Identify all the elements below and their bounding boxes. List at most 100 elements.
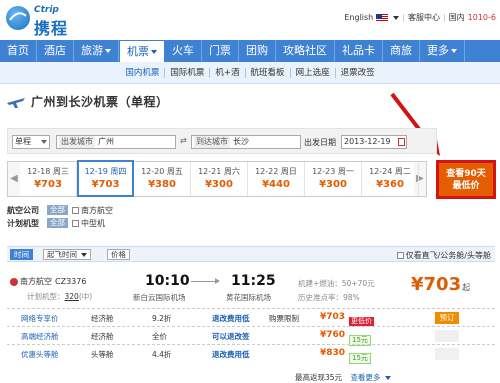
departure-date-field[interactable]: 2013-12-19 [341, 135, 407, 149]
date-option[interactable]: 12-24 周二 ¥360 [362, 162, 419, 196]
date-option-date: 12-18 周三 [27, 167, 69, 176]
chevron-down-icon [105, 49, 111, 53]
lowest-price-90-days-button[interactable]: 查看90天 最低价 [436, 160, 496, 199]
nav-item-1[interactable]: 酒店 [37, 40, 74, 62]
date-option[interactable]: 12-20 周五 ¥380 [134, 162, 191, 196]
date-option[interactable]: 12-23 周一 ¥300 [305, 162, 362, 196]
sort-bar: 时间 起飞时间 价格 仅看直飞/公务舱/头等舱 [7, 246, 495, 262]
model-filter-label: 计划机型 [7, 218, 39, 228]
main-nav: 首页 酒店 旅游 机票 火车 门票 团购 攻略社区 礼品卡 商旅 更多 [0, 40, 500, 64]
date-option-date: 12-22 周日 [255, 167, 297, 176]
us-flag-icon[interactable] [376, 13, 389, 22]
fare-tag: 更低价 [349, 317, 374, 326]
date-option[interactable]: 12-19 周四 ¥703 [77, 160, 134, 197]
nav-item-9[interactable]: 商旅 [383, 40, 420, 62]
nav-item-5[interactable]: 门票 [202, 40, 239, 62]
nav-item-label: 旅游 [81, 44, 103, 57]
domestic-hotline-label: 国内 [448, 13, 465, 22]
fare-name[interactable]: 网络专享价 [21, 313, 59, 324]
fare-price: ¥760 [320, 330, 346, 340]
ctrip-logo[interactable]: Ctrip 携程 [4, 4, 86, 38]
nav-item-0[interactable]: 首页 [0, 40, 37, 62]
checkbox[interactable] [72, 206, 79, 214]
direct-only-toggle[interactable]: 仅看直飞/公务舱/头等舱 [396, 250, 491, 261]
globe-icon [6, 6, 30, 30]
show-more-link[interactable]: 查看更多 [350, 373, 391, 382]
top-links: English | 客服中心 | 国内 1010-6 [344, 12, 496, 23]
nav-item-label: 商旅 [390, 44, 412, 57]
trip-type-select[interactable]: 单程 [12, 135, 50, 149]
language-link[interactable]: English [344, 13, 373, 22]
fare-rule-link[interactable]: 退改费用低 [212, 313, 250, 324]
prev-dates-arrow[interactable]: ◀ [8, 162, 20, 196]
subnav-item-1[interactable]: 国际机票 [165, 67, 211, 78]
flight-code: CZ3376 [55, 277, 87, 286]
from-city-field[interactable]: 出发城市 广州 [56, 135, 176, 149]
calendar-icon[interactable] [398, 138, 405, 146]
chevron-down-icon[interactable] [393, 15, 400, 20]
date-option[interactable]: 12-21 周六 ¥300 [191, 162, 248, 196]
nav-item-7[interactable]: 攻略社区 [276, 40, 335, 62]
service-center-link[interactable]: 客服中心 [408, 12, 440, 23]
book-button[interactable] [435, 348, 459, 360]
nav-item-2[interactable]: 旅游 [74, 40, 119, 62]
airline-option[interactable]: 南方航空 [72, 205, 113, 216]
nav-item-6[interactable]: 团购 [239, 40, 276, 62]
aircraft-size: (中) [78, 292, 93, 301]
subnav-item-4[interactable]: 网上选座 [291, 67, 336, 78]
sort-departure-button[interactable]: 起飞时间 [43, 249, 92, 260]
chevron-down-icon [41, 140, 47, 144]
airline-filter: 航空公司 全部 南方航空 [7, 204, 113, 216]
airline-name: 南方航空 [20, 277, 52, 286]
lowest-fare-value: ¥703 [411, 274, 462, 295]
fare-cabin: 经济舱 [91, 314, 114, 323]
model-all-chip[interactable]: 全部 [47, 218, 68, 228]
lowest-fare: ¥703起 [411, 274, 470, 295]
nav-item-3[interactable]: 机票 [119, 40, 165, 64]
fare-name[interactable]: 优惠头等舱 [21, 349, 59, 360]
model-option[interactable]: 中型机 [72, 218, 105, 229]
subnav-item-5[interactable]: 退票改签 [336, 68, 380, 78]
swap-cities-icon[interactable]: ⇄ [180, 137, 188, 145]
hotline-number: 1010-6 [467, 13, 496, 22]
site-header: Ctrip 携程 English | 客服中心 | 国内 1010-6 [0, 0, 500, 40]
fare-rule-link[interactable]: 退改费用低 [212, 349, 250, 360]
tax-info: 机建+燃油：50+70元 [298, 279, 375, 288]
date-option-date: 12-19 周四 [84, 167, 127, 176]
checkbox[interactable] [72, 219, 79, 227]
fare-row[interactable]: 网络专享价 经济舱 9.2折 退改费用低 购票限制 ¥703 更低价 预订 [7, 308, 495, 326]
aircraft-model-link[interactable]: 320 [65, 292, 79, 301]
subnav-item-0[interactable]: 国内机票 [120, 67, 166, 78]
sort-time-button[interactable]: 时间 [10, 249, 33, 260]
trip-type-value: 单程 [15, 137, 31, 146]
nav-item-label: 机票 [127, 45, 149, 58]
checkbox[interactable] [396, 252, 404, 259]
arrow-right-icon [191, 278, 220, 284]
date-option[interactable]: 12-18 周三 ¥703 [20, 162, 77, 196]
fare-name[interactable]: 高端经济舱 [21, 331, 59, 342]
departure-time: 10:10 [145, 273, 190, 289]
fare-row[interactable]: 优惠头等舱 头等舱 4.4折 退改费用低 ¥830 15元 [7, 344, 495, 364]
date-label: 出发日期 [304, 138, 336, 147]
flight-row[interactable]: 南方航空 CZ3376 计划机型：320(中) 10:10 11:25 新白云国际… [7, 270, 495, 308]
nav-item-8[interactable]: 礼品卡 [335, 40, 383, 62]
fare-rule-link[interactable]: 可以退改签 [212, 331, 250, 342]
to-city-field[interactable]: 到达城市 长沙 [191, 135, 301, 149]
nav-item-label: 攻略社区 [283, 44, 327, 57]
date-option[interactable]: 12-22 周日 ¥440 [248, 162, 305, 196]
nav-item-4[interactable]: 火车 [165, 40, 202, 62]
nav-item-10[interactable]: 更多 [420, 40, 465, 62]
fare-cabin: 头等舱 [91, 350, 114, 359]
subnav-item-2[interactable]: 机+酒 [210, 67, 246, 78]
date-option-price: ¥300 [319, 179, 347, 190]
book-button[interactable] [435, 330, 459, 342]
lowest-button-line1: 查看90天 [446, 169, 486, 179]
sort-departure-label: 起飞时间 [47, 250, 77, 259]
sort-price-button[interactable]: 价格 [107, 249, 130, 260]
date-option-date: 12-20 周五 [141, 167, 183, 176]
book-button[interactable]: 预订 [435, 312, 459, 324]
lowest-button-line2: 最低价 [452, 181, 480, 191]
subnav-item-3[interactable]: 航班看板 [246, 67, 291, 78]
airline-all-chip[interactable]: 全部 [47, 205, 68, 215]
fare-row[interactable]: 高端经济舱 经济舱 全价 可以退改签 ¥760 15元 [7, 326, 495, 346]
